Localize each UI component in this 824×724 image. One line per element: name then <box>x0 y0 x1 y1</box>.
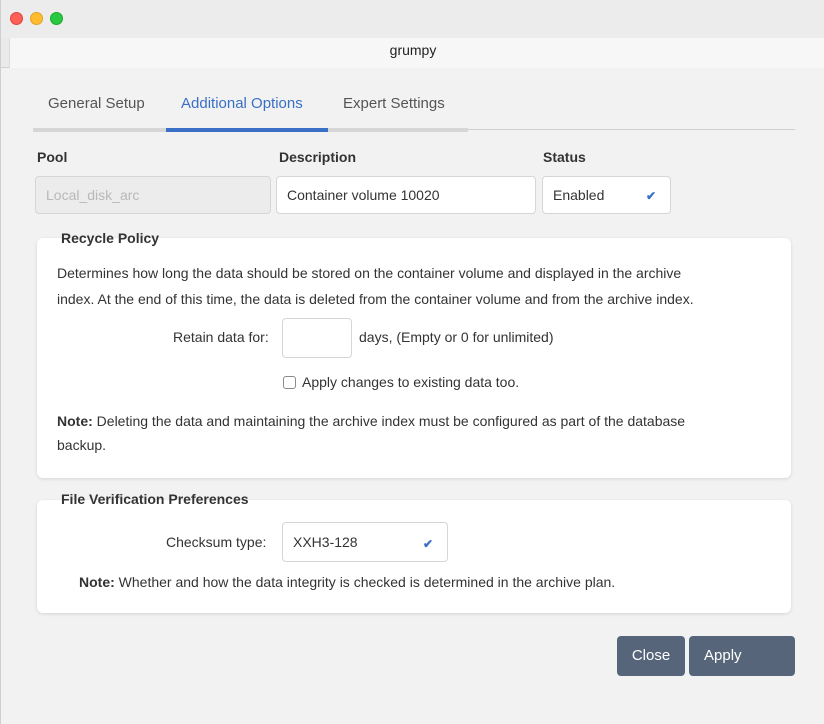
close-window-icon[interactable] <box>10 12 23 25</box>
apply-existing-checkbox[interactable] <box>283 376 296 389</box>
description-label: Description <box>279 149 357 165</box>
retain-days-hint: days, (Empty or 0 for unlimited) <box>359 329 554 345</box>
status-label: Status <box>543 149 586 165</box>
minimize-window-icon[interactable] <box>30 12 43 25</box>
file-verification-title: File Verification Preferences <box>61 491 249 507</box>
pool-label: Pool <box>37 149 68 165</box>
tab-additional-options[interactable]: Additional Options <box>166 92 328 132</box>
chevron-down-icon: ✔ <box>645 189 656 203</box>
window-chrome <box>1 0 824 38</box>
recycle-policy-title: Recycle Policy <box>61 230 160 246</box>
retain-label: Retain data for: <box>173 329 269 345</box>
recycle-note-line2: backup. <box>57 437 107 453</box>
recycle-description-line2: index. At the end of this time, the data… <box>57 291 694 307</box>
checksum-label: Checksum type: <box>166 534 267 550</box>
dialog-content: General Setup Additional Options Expert … <box>9 68 824 724</box>
description-field[interactable]: Container volume 10020 <box>276 176 536 214</box>
chevron-down-icon: ✔ <box>422 537 433 551</box>
tab-label: General Setup <box>48 95 145 112</box>
tab-indicator <box>33 128 166 132</box>
tab-indicator <box>328 128 468 132</box>
tab-general-setup[interactable]: General Setup <box>33 92 166 132</box>
tab-bar: General Setup Additional Options Expert … <box>33 92 795 132</box>
close-button[interactable]: Close <box>617 636 685 676</box>
title-bar: grumpy <box>1 0 824 68</box>
pool-field: Local_disk_arc <box>35 176 271 214</box>
retain-days-input[interactable] <box>282 318 352 358</box>
tab-label: Expert Settings <box>343 95 445 112</box>
tab-expert-settings[interactable]: Expert Settings <box>328 92 468 132</box>
recycle-note-line1: Note: Deleting the data and maintaining … <box>57 410 787 432</box>
note-text: Deleting the data and maintaining the ar… <box>96 413 686 429</box>
apply-existing-label: Apply changes to existing data too. <box>302 374 520 390</box>
apply-button[interactable]: Apply <box>689 636 795 676</box>
tab-label: Additional Options <box>181 95 303 112</box>
recycle-description-line1: Determines how long the data should be s… <box>57 265 682 281</box>
zoom-window-icon[interactable] <box>50 12 63 25</box>
verification-note: Note: Whether and how the data integrity… <box>79 571 779 593</box>
status-value: Enabled <box>553 187 605 203</box>
note-text: Whether and how the data integrity is ch… <box>118 574 616 590</box>
window-title: grumpy <box>389 42 437 58</box>
note-label: Note: <box>79 574 115 590</box>
note-label: Note: <box>57 413 93 429</box>
checksum-select[interactable]: XXH3-128 ✔ <box>282 522 448 562</box>
tab-indicator <box>166 128 328 132</box>
dialog-window: grumpy General Setup Additional Options … <box>0 0 824 724</box>
checksum-value: XXH3-128 <box>293 534 358 550</box>
status-select[interactable]: Enabled ✔ <box>542 176 671 214</box>
